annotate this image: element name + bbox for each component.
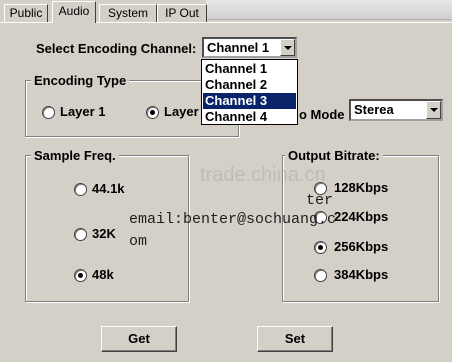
sample-freq-legend: Sample Freq. — [31, 148, 119, 163]
radio-32k[interactable] — [74, 228, 87, 241]
dropdown-option-channel4[interactable]: Channel 4 — [203, 109, 296, 125]
radio-48k[interactable] — [74, 269, 87, 282]
radio-48k-label: 48k — [92, 267, 114, 282]
tab-audio[interactable]: Audio — [52, 1, 96, 23]
chevron-down-icon[interactable] — [280, 39, 295, 56]
radio-384kbps[interactable] — [314, 269, 327, 282]
radio-layer-label: Layer — [164, 104, 199, 119]
dropdown-option-channel3[interactable]: Channel 3 — [203, 93, 296, 109]
watermark-fragment: ter — [306, 192, 334, 209]
radio-32k-label: 32K — [92, 226, 116, 241]
radio-256kbps[interactable] — [314, 241, 327, 254]
radio-128kbps-label: 128Kbps — [334, 180, 389, 195]
radio-256kbps-label: 256Kbps — [334, 239, 389, 254]
radio-layer1-label: Layer 1 — [60, 104, 106, 119]
radio-224kbps-label: 224Kbps — [334, 209, 389, 224]
audio-mode-select[interactable]: Sterea — [349, 99, 443, 121]
set-button[interactable]: Set — [257, 326, 333, 352]
output-bitrate-legend: Output Bitrate: — [285, 148, 383, 163]
tab-public[interactable]: Public — [4, 4, 48, 22]
radio-layer[interactable] — [146, 106, 159, 119]
radio-44k-label: 44.1k — [92, 181, 125, 196]
watermark-site: trade.china.cn — [200, 164, 326, 186]
channel-dropdown-list: Channel 1 Channel 2 Channel 3 Channel 4 — [201, 59, 298, 125]
channel-select[interactable]: Channel 1 — [202, 37, 297, 58]
get-button[interactable]: Get — [101, 326, 177, 352]
tab-bar-filler — [206, 0, 452, 20]
tab-system[interactable]: System — [99, 4, 157, 22]
select-channel-label: Select Encoding Channel: — [36, 41, 197, 56]
tab-ip-out[interactable]: IP Out — [157, 4, 207, 22]
audio-mode-value: Sterea — [354, 102, 394, 117]
channel-select-value: Channel 1 — [207, 40, 270, 55]
radio-384kbps-label: 384Kbps — [334, 267, 389, 282]
radio-layer1[interactable] — [42, 106, 55, 119]
chevron-down-icon[interactable] — [426, 101, 441, 119]
watermark-email-line1: email:benter@sochuang.c — [129, 211, 337, 228]
dropdown-option-channel2[interactable]: Channel 2 — [203, 77, 296, 93]
radio-44k[interactable] — [74, 183, 87, 196]
audio-mode-label: o Mode — [299, 107, 345, 122]
dropdown-option-channel1[interactable]: Channel 1 — [203, 61, 296, 77]
watermark-email-line2: om — [129, 233, 148, 250]
encoding-type-legend: Encoding Type — [31, 73, 130, 88]
